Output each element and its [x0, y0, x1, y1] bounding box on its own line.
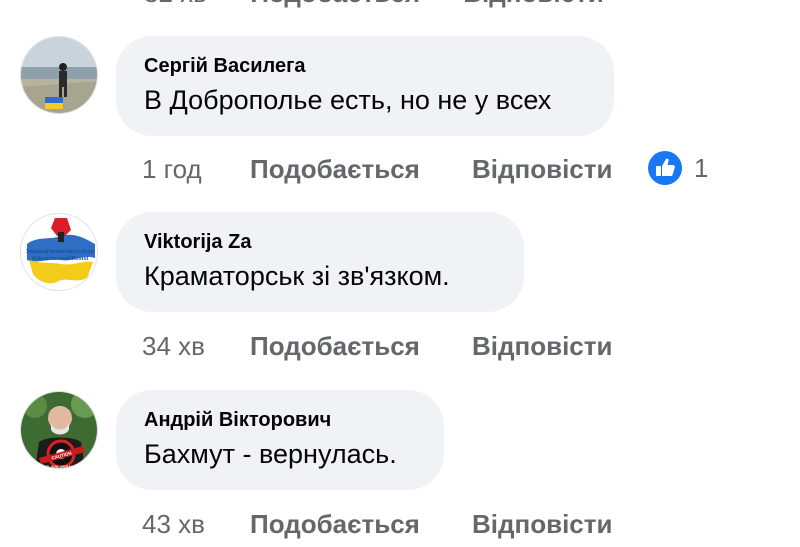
like-button[interactable]: Подобається [250, 330, 472, 362]
reply-button[interactable]: Відповісти [463, 0, 603, 8]
comment-author[interactable]: Сергій Василега [144, 54, 586, 78]
avatar-hashtag: #UkrainianswillResist [32, 256, 89, 262]
avatar-caption: УкраїнціЧинитимутьОпір [26, 249, 95, 255]
thumbs-up-icon [648, 151, 682, 185]
reaction-count: 1 [694, 153, 709, 183]
comment-actions: 34 хв Подобається Відповісти [142, 330, 612, 362]
comment-actions: 43 хв Подобається Відповісти [142, 508, 612, 540]
avatar[interactable]: УкраїнціЧинитимутьОпір #UkrainianswillRe… [20, 213, 98, 291]
comment-timestamp[interactable]: 34 хв [142, 330, 250, 362]
comment-text: В Доброполье есть, но не у всех [144, 85, 552, 115]
comment-bubble: Viktorija Za Краматорськ зі зв'язком. [116, 212, 524, 312]
like-button[interactable]: Подобається [250, 0, 420, 8]
previous-comment-actions: 32 хв Подобається Відповісти [144, 0, 640, 8]
avatar[interactable]: CAUTION SLAVA UKRAINI [20, 391, 98, 469]
comment-timestamp[interactable]: 43 хв [142, 508, 250, 540]
comment-text: Бахмут - вернулась. [144, 439, 397, 469]
comment-timestamp: 32 хв [144, 0, 207, 8]
reply-button[interactable]: Відповісти [472, 153, 612, 185]
avatar-photo [21, 37, 97, 113]
like-button[interactable]: Подобається [250, 153, 472, 185]
comment-timestamp[interactable]: 1 год [142, 153, 250, 185]
comment-bubble: Сергій Василега В Доброполье есть, но не… [116, 36, 614, 136]
avatar-photo: CAUTION SLAVA UKRAINI [21, 392, 97, 469]
reply-button[interactable]: Відповісти [472, 330, 612, 362]
comment-author[interactable]: Viktorija Za [144, 230, 496, 254]
avatar-photo: УкраїнціЧинитимутьОпір #UkrainianswillRe… [21, 214, 97, 290]
reply-button[interactable]: Відповісти [472, 508, 612, 540]
comment-text: Краматорськ зі зв'язком. [144, 261, 450, 291]
like-button[interactable]: Подобається [250, 508, 472, 540]
reaction-summary[interactable]: 1 [648, 151, 709, 185]
comment-bubble: Андрій Вікторович Бахмут - вернулась. [116, 390, 444, 490]
comment-author[interactable]: Андрій Вікторович [144, 408, 416, 432]
avatar-caption: SLAVA UKRAINI [46, 464, 77, 469]
avatar[interactable] [20, 36, 98, 114]
comment-actions: 1 год Подобається Відповісти [142, 153, 612, 185]
